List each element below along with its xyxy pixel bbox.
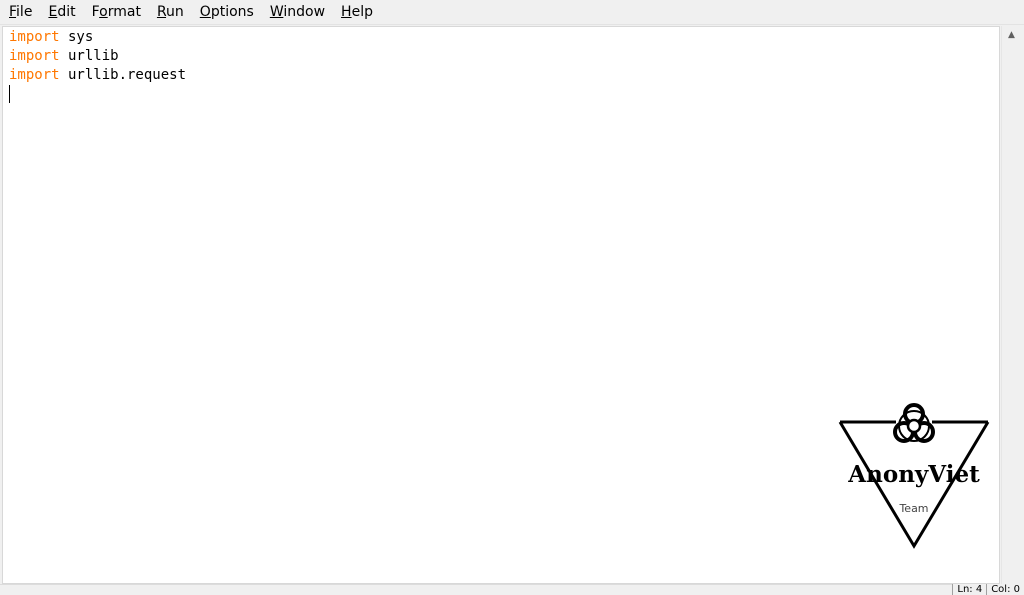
code-line: import urllib bbox=[9, 47, 119, 66]
menu-help[interactable]: Help bbox=[336, 2, 378, 22]
keyword: import bbox=[9, 29, 60, 45]
menu-edit[interactable]: Edit bbox=[43, 2, 80, 22]
scroll-up-icon[interactable]: ▲ bbox=[1002, 26, 1021, 43]
biohazard-icon bbox=[893, 403, 935, 443]
code-text: urllib bbox=[59, 48, 119, 64]
menu-file[interactable]: File bbox=[4, 2, 37, 22]
brand-subtitle: Team bbox=[898, 502, 928, 515]
code-line: import sys bbox=[9, 28, 93, 47]
watermark-logo: AnonyViet Team bbox=[838, 403, 990, 549]
menu-window[interactable]: Window bbox=[265, 2, 330, 22]
menu-bar: File Edit Format Run Options Window Help bbox=[0, 0, 1024, 25]
keyword: import bbox=[9, 67, 60, 83]
menu-run[interactable]: Run bbox=[152, 2, 189, 22]
vertical-scrollbar[interactable]: ▲ bbox=[1001, 26, 1020, 584]
status-bar: Ln: 4 Col: 0 bbox=[952, 584, 1024, 595]
brand-name: AnonyViet bbox=[847, 461, 980, 488]
horizontal-scrollbar[interactable] bbox=[0, 584, 1024, 595]
code-text: sys bbox=[59, 29, 94, 45]
menu-options[interactable]: Options bbox=[195, 2, 259, 22]
line-number: Ln: 4 bbox=[952, 584, 986, 595]
keyword: import bbox=[9, 48, 60, 64]
code-text: urllib.request bbox=[59, 67, 187, 83]
code-line: import urllib.request bbox=[9, 66, 186, 85]
text-cursor bbox=[9, 85, 10, 103]
column-number: Col: 0 bbox=[986, 584, 1024, 595]
menu-format[interactable]: Format bbox=[87, 2, 146, 22]
idle-editor-window: File Edit Format Run Options Window Help… bbox=[0, 0, 1024, 595]
